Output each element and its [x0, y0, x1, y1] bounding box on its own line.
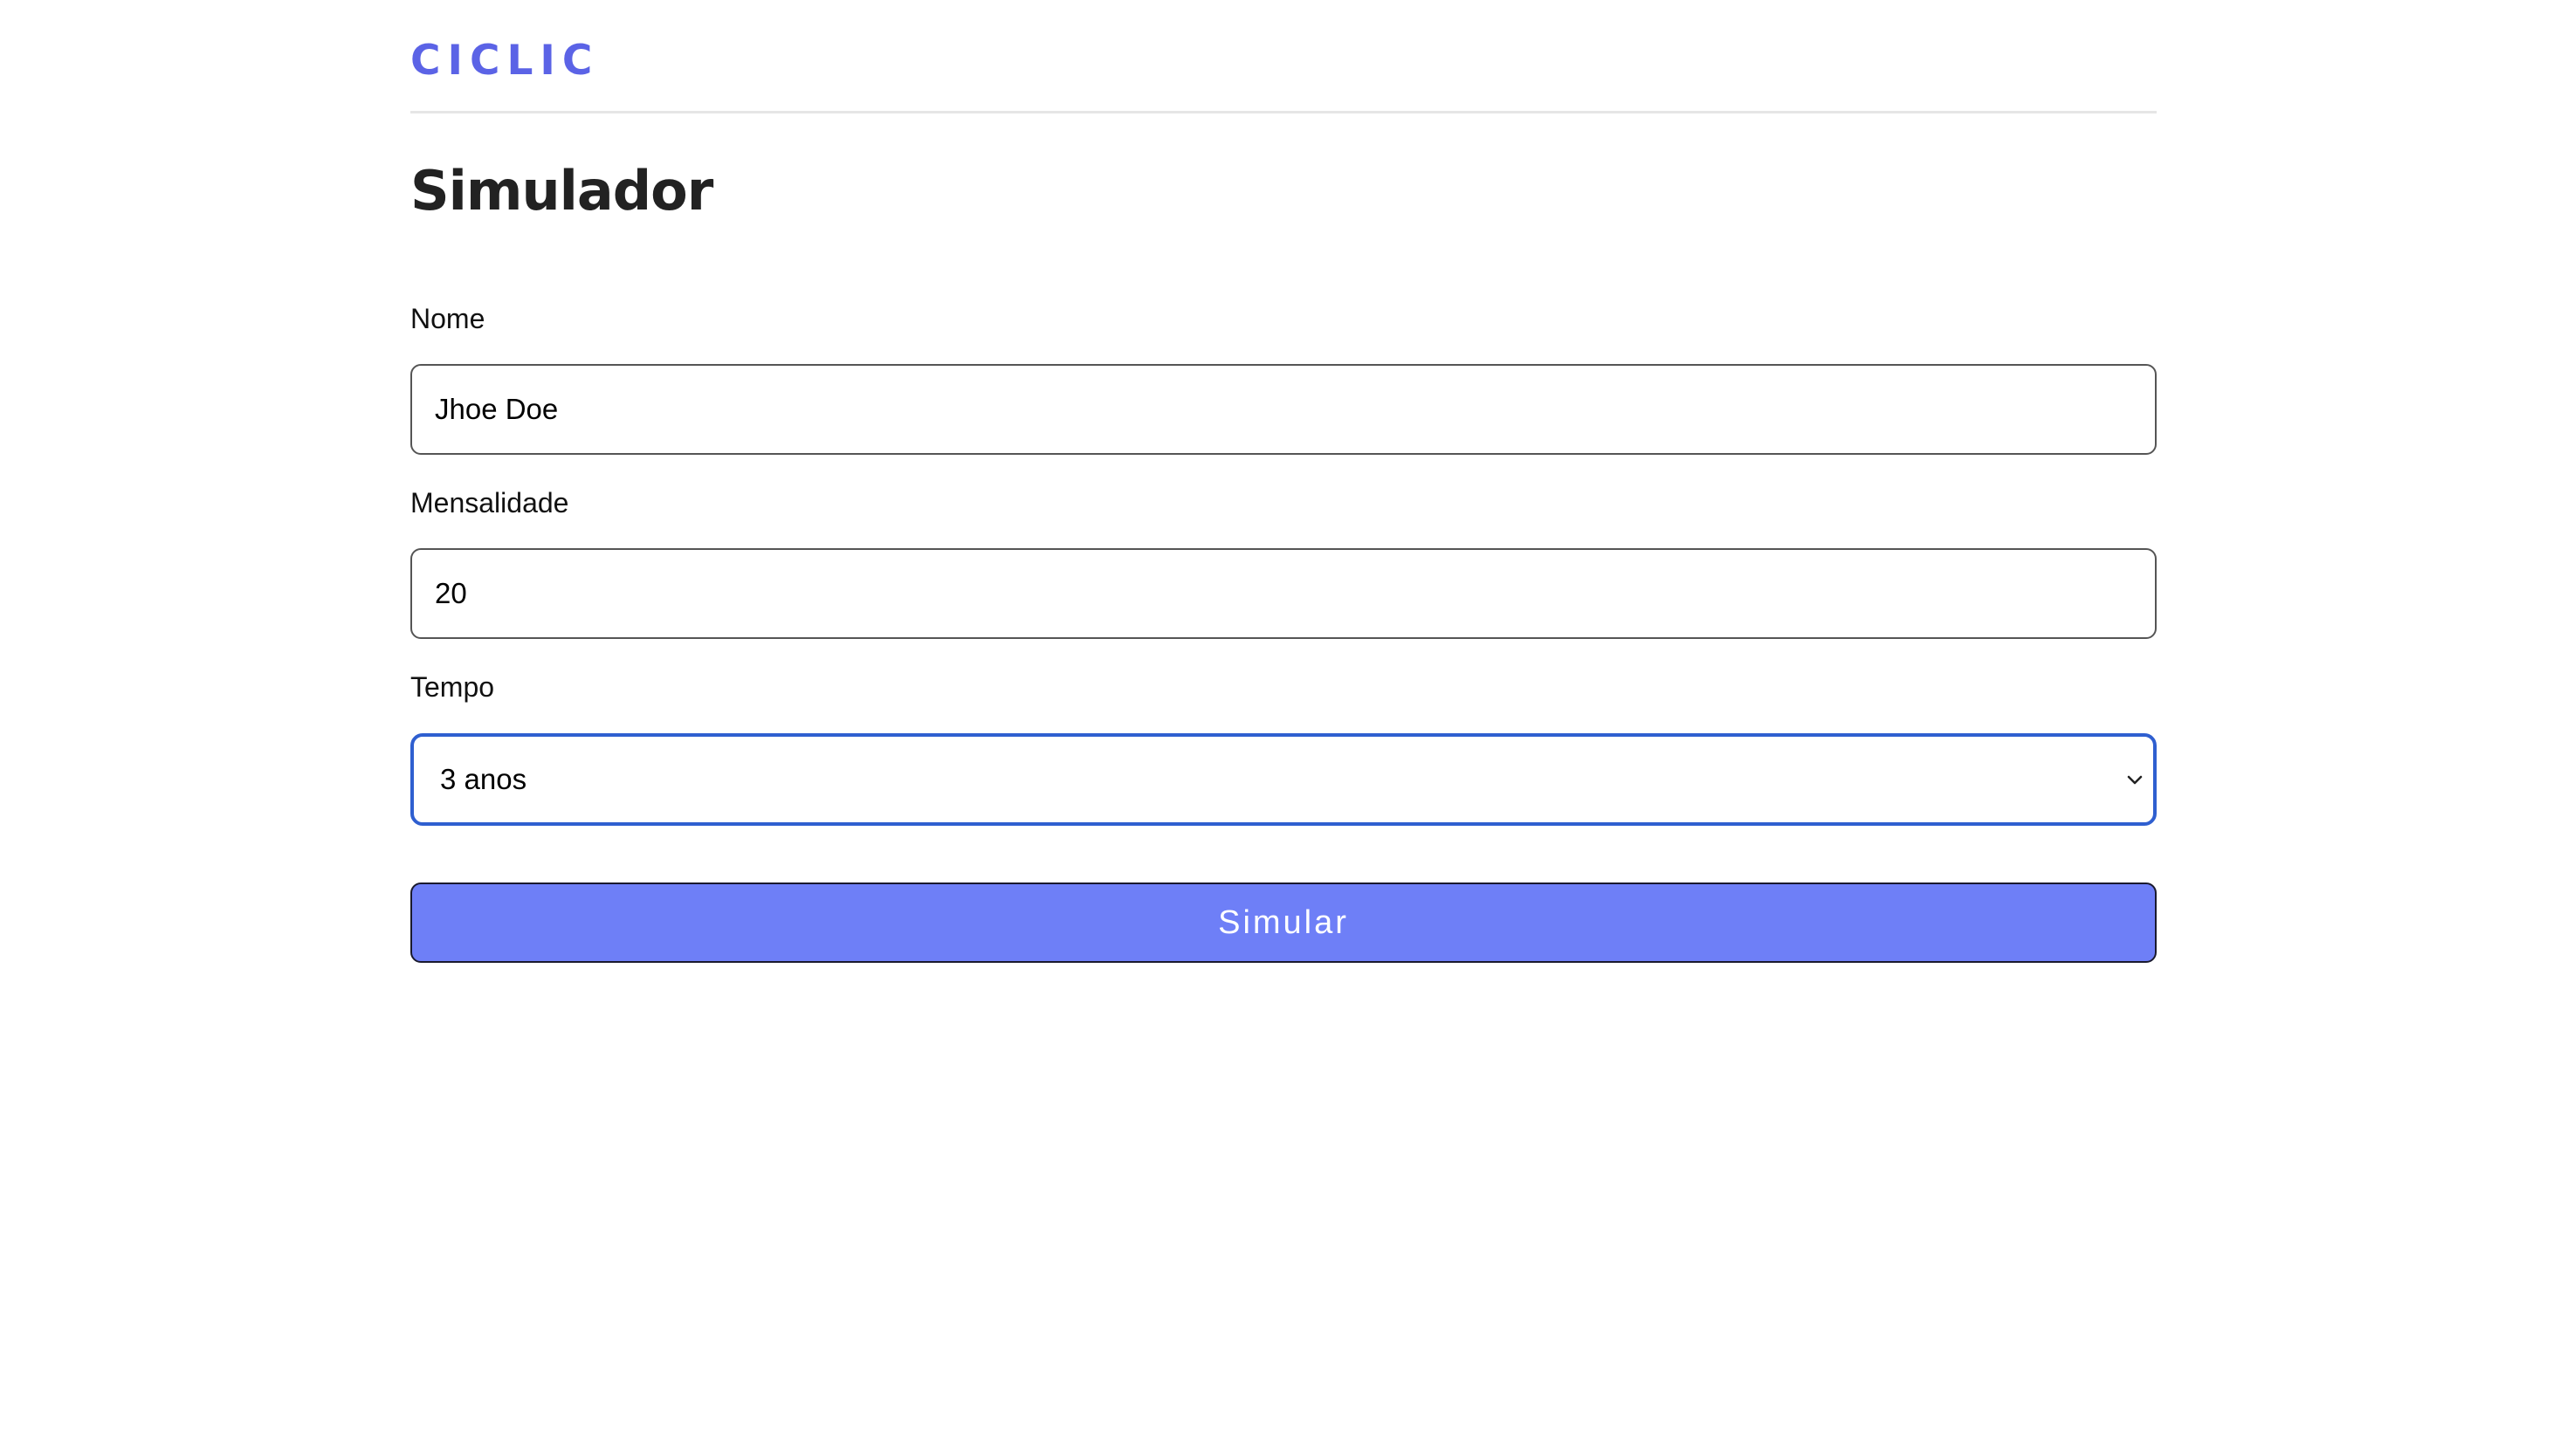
mensalidade-label: Mensalidade	[410, 487, 569, 519]
tempo-label: Tempo	[410, 671, 495, 703]
chevron-down-icon	[2125, 770, 2144, 789]
mensalidade-input[interactable]	[410, 548, 2157, 639]
nome-input[interactable]	[410, 364, 2157, 455]
main-container: CICLIC Simulador Nome Mensalidade Tempo …	[410, 0, 2157, 963]
tempo-selected-value: 3 anos	[440, 763, 527, 795]
simular-button[interactable]: Simular	[410, 883, 2157, 963]
site-header: CICLIC	[410, 0, 2157, 113]
app-window: CICLIC Simulador Nome Mensalidade Tempo …	[0, 0, 2567, 1456]
tempo-select[interactable]: 3 anos	[410, 733, 2157, 826]
nome-label: Nome	[410, 303, 485, 334]
page-title: Simulador	[410, 159, 713, 223]
logo[interactable]: CICLIC	[410, 37, 599, 85]
